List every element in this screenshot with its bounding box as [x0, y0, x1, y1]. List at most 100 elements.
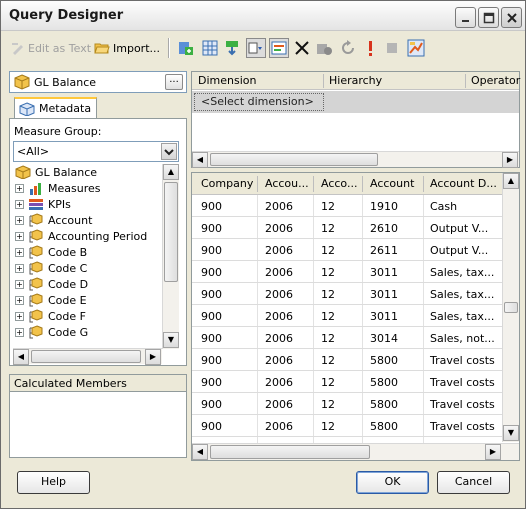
column-header-dimension[interactable]: Dimension [198, 74, 256, 87]
add-calculated-member-icon[interactable] [177, 39, 195, 57]
column-header-accounting-year[interactable]: Accou... [265, 177, 309, 190]
column-header-account[interactable]: Account [370, 177, 414, 190]
edit-as-text-button[interactable]: Edit as Text [11, 39, 91, 57]
show-empty-cells-button[interactable] [246, 38, 266, 58]
tree-item-code-f[interactable]: + Code F [15, 308, 86, 324]
close-button[interactable] [501, 7, 522, 28]
measure-group-select[interactable]: <All> [13, 141, 179, 162]
exclamation-icon[interactable] [361, 39, 379, 57]
design-mode-icon[interactable] [407, 39, 425, 57]
refresh-icon[interactable] [339, 39, 357, 57]
cell-accounting-year: 2006 [265, 398, 293, 411]
cell-accounting-year: 2006 [265, 332, 293, 345]
cube-tools-icon[interactable] [315, 39, 333, 57]
auto-execute-button[interactable] [269, 38, 289, 58]
grid-icon[interactable] [201, 39, 219, 57]
column-header-accounting-period[interactable]: Acco... [321, 177, 357, 190]
tab-metadata[interactable]: Metadata [14, 97, 97, 119]
column-header-company[interactable]: Company [201, 177, 253, 190]
delete-icon[interactable] [293, 39, 311, 57]
expand-icon[interactable]: + [15, 247, 24, 257]
table-row[interactable]: 900 2006 12 5800 Travel costs [192, 349, 503, 371]
table-row[interactable]: 900 2006 12 3011 Sales, tax... [192, 283, 503, 305]
stop-icon[interactable] [383, 39, 401, 57]
expand-icon[interactable]: + [15, 327, 24, 337]
table-row[interactable]: 900 2006 12 5800 Travel costs [192, 393, 503, 415]
scroll-thumb[interactable] [210, 445, 370, 459]
tree-item-code-e[interactable]: + Code E [15, 292, 87, 308]
expand-icon[interactable]: + [15, 231, 24, 241]
cell-company: 900 [201, 398, 222, 411]
minimize-button[interactable] [455, 7, 476, 28]
edit-as-text-label: Edit as Text [28, 41, 92, 55]
cell-company: 900 [201, 420, 222, 433]
cell-accounting-period: 12 [321, 222, 335, 235]
scroll-thumb[interactable] [164, 182, 178, 282]
expand-icon[interactable]: + [15, 311, 24, 321]
tree-item-cube[interactable]: GL Balance [15, 164, 97, 180]
measure-group-dropdown-button[interactable] [161, 143, 177, 160]
table-row[interactable]: 900 2006 12 5800 Travel costs [192, 415, 503, 437]
scroll-down-icon[interactable]: ▼ [503, 425, 519, 441]
filter-row[interactable]: <Select dimension> [192, 91, 519, 113]
column-header-hierarchy[interactable]: Hierarchy [329, 74, 382, 87]
scroll-thumb[interactable] [210, 153, 378, 166]
scroll-up-icon[interactable]: ▲ [163, 164, 179, 180]
title-bar[interactable]: Query Designer [1, 1, 525, 31]
cube-selector[interactable]: GL Balance ... [9, 71, 187, 93]
tree-item-code-b[interactable]: + Code B [15, 244, 87, 260]
calculated-members-list[interactable] [9, 392, 187, 458]
scroll-left-icon[interactable]: ◀ [13, 349, 29, 365]
tree-item-code-d[interactable]: + Code D [15, 276, 88, 292]
table-row[interactable]: 900 2006 12 2610 Output V... [192, 217, 503, 239]
scroll-thumb[interactable] [31, 350, 141, 363]
tree-vertical-scrollbar[interactable]: ▲ ▼ [162, 164, 179, 349]
expand-icon[interactable]: + [15, 199, 24, 209]
table-row[interactable]: 900 2006 12 2611 Output V... [192, 239, 503, 261]
expand-icon[interactable]: + [15, 295, 24, 305]
table-row[interactable]: 900 2006 12 3014 Sales, not... [192, 327, 503, 349]
scroll-right-icon[interactable]: ▶ [485, 444, 501, 460]
table-row[interactable]: 900 2006 12 3011 Sales, tax... [192, 261, 503, 283]
tree-item-measures[interactable]: + Measures [15, 180, 100, 196]
tree-item-account[interactable]: + Account [15, 212, 92, 228]
cube-name: GL Balance [34, 76, 97, 89]
scroll-right-icon[interactable]: ▶ [502, 152, 518, 168]
tree-item-label: Code C [48, 261, 88, 275]
expand-icon[interactable]: + [15, 263, 24, 273]
cell-account-description: Sales, tax... [430, 288, 495, 301]
dimension-icon [29, 293, 43, 307]
expand-icon[interactable]: + [15, 183, 24, 193]
tree-item-code-g[interactable]: + Code G [15, 324, 88, 340]
tree-item-kpis[interactable]: + KPIs [15, 196, 71, 212]
cancel-button[interactable]: Cancel [437, 471, 510, 494]
scroll-left-icon[interactable]: ◀ [192, 152, 208, 168]
browse-cube-button[interactable]: ... [165, 74, 183, 90]
expand-icon[interactable]: + [15, 279, 24, 289]
column-header-operator[interactable]: Operator [471, 74, 520, 87]
results-horizontal-scrollbar[interactable]: ◀ ▶ [192, 443, 519, 460]
help-button[interactable]: Help [17, 471, 90, 494]
tree-item-code-c[interactable]: + Code C [15, 260, 87, 276]
add-filter-icon[interactable] [223, 39, 241, 57]
maximize-button[interactable] [478, 7, 499, 28]
expand-icon[interactable]: + [15, 215, 24, 225]
ok-button[interactable]: OK [356, 471, 429, 494]
scroll-up-icon[interactable]: ▲ [503, 173, 519, 189]
import-button[interactable]: Import... [94, 39, 160, 57]
select-dimension-cell[interactable]: <Select dimension> [194, 93, 324, 111]
scroll-down-icon[interactable]: ▼ [163, 332, 179, 348]
tree-horizontal-scrollbar[interactable]: ◀ ▶ [13, 348, 162, 365]
filter-horizontal-scrollbar[interactable]: ◀ ▶ [192, 151, 519, 168]
table-row[interactable]: 900 2006 12 1910 Cash [192, 195, 503, 217]
cell-account-description: Travel costs [430, 376, 495, 389]
results-vertical-scrollbar[interactable]: ▲ ▼ [502, 173, 519, 442]
table-row[interactable]: 900 2006 12 5800 Travel costs [192, 371, 503, 393]
tree-item-accounting-period[interactable]: + Accounting Period [15, 228, 147, 244]
scroll-left-icon[interactable]: ◀ [192, 444, 208, 460]
scroll-thumb[interactable] [504, 302, 518, 313]
column-header-account-description[interactable]: Account D... [430, 177, 497, 190]
column-separator [257, 176, 258, 192]
scroll-right-icon[interactable]: ▶ [145, 349, 161, 365]
table-row[interactable]: 900 2006 12 3011 Sales, tax... [192, 305, 503, 327]
